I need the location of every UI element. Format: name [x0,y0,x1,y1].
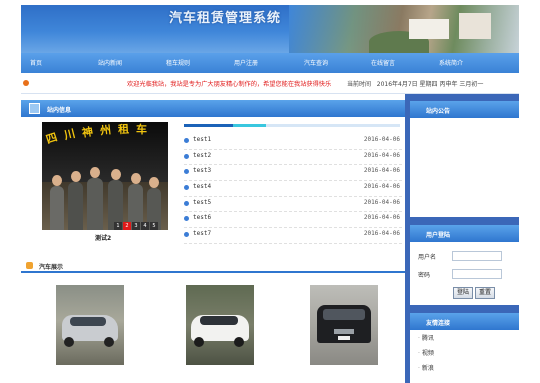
nav-home[interactable]: 首页 [30,58,42,67]
pager-3[interactable]: 3 [132,222,140,230]
news-item[interactable]: test4 2016-04-06 [184,181,402,197]
notice-icon [23,80,29,86]
pager-5[interactable]: 5 [150,222,158,230]
current-time: 当前时间 2016年4月7日 星期四 丙申年 三月初一 [347,81,484,88]
banner-photo [289,5,519,53]
news-title[interactable]: test6 [193,214,211,221]
news-item[interactable]: test2 2016-04-06 [184,150,402,166]
bullet-icon [184,169,189,175]
link-sina[interactable]: 新浪 [418,363,434,372]
pager-1[interactable]: 1 [114,222,122,230]
bullet-icon [184,232,189,238]
news-item[interactable]: test3 2016-04-06 [184,165,402,182]
bullet-icon [184,138,189,143]
main-nav: 首页 站内新闻 租车规则 用户注册 汽车查询 在线留言 系统简介 [21,53,519,73]
news-title[interactable]: test3 [193,167,211,174]
slideshow-pager: 12345 [114,222,159,230]
car-photo[interactable] [186,285,254,365]
news-date: 2016-04-06 [363,230,400,238]
news-date: 2016-04-06 [363,136,400,143]
links-header: 友情连接 [410,313,519,330]
news-progress-bar [184,124,400,127]
car-icon [26,262,33,269]
link-tencent[interactable]: 腾讯 [418,333,434,342]
nav-register[interactable]: 用户注册 [234,58,258,67]
login-header: 用户登陆 [410,225,519,242]
news-title[interactable]: test5 [193,199,211,206]
news-item[interactable]: test5 2016-04-06 [184,197,402,213]
page-frame: 汽车租赁管理系统 首页 站内新闻 租车规则 用户注册 汽车查询 在线留言 系统简… [0,0,540,383]
news-date: 2016-04-06 [363,198,400,206]
news-title[interactable]: test2 [193,152,211,159]
announcement-header: 站内公告 [410,101,519,118]
bullet-icon [184,153,189,159]
header-banner: 汽车租赁管理系统 [21,5,519,53]
nav-guestbook[interactable]: 在线留言 [371,58,395,67]
username-input[interactable] [452,251,502,261]
news-section-header: 站内信息 [21,100,405,117]
nav-news[interactable]: 站内新闻 [98,58,122,67]
car-photo[interactable] [310,285,378,365]
cars-section-header: 汽车展示 [21,259,405,273]
nav-about[interactable]: 系统简介 [439,58,463,67]
news-date: 2016-04-06 [363,151,400,159]
cars-section-title: 汽车展示 [39,264,64,271]
password-label: 密码 [418,272,431,279]
announcement-panel: 站内公告 [410,101,519,217]
news-item[interactable]: test1 2016-04-06 [184,134,402,150]
news-date: 2016-04-06 [363,214,400,222]
login-title: 用户登陆 [426,232,451,239]
bullet-icon [184,216,189,222]
bullet-icon [184,200,189,206]
news-date: 2016-04-06 [363,167,400,175]
links-title: 友情连接 [426,320,451,327]
announcement-title: 站内公告 [426,108,451,115]
left-margin [0,0,20,383]
marquee-message: 欢迎光临我站，我站是专为广大朋友精心制作的，希望您能在我站获得快乐 [127,81,332,88]
username-label: 用户名 [418,254,437,261]
monitor-icon [29,103,40,114]
nav-rules[interactable]: 租车规则 [166,58,190,67]
news-list: test1 2016-04-06 test2 2016-04-06 test3 2016-… [184,134,402,244]
news-title[interactable]: test4 [193,183,211,190]
news-section-title: 站内信息 [47,107,72,114]
news-item[interactable]: test7 2016-04-06 [184,228,402,244]
slide-caption: 测试2 [95,235,112,242]
links-panel: 友情连接 腾讯 视频 新浪 [410,313,519,383]
bullet-icon [184,185,189,191]
car-photo[interactable] [56,285,124,365]
pager-2[interactable]: 2 [123,222,131,230]
nav-car-search[interactable]: 汽车查询 [304,58,328,67]
notice-bar: 欢迎光临我站，我站是专为广大朋友精心制作的，希望您能在我站获得快乐 当前时间 2… [21,73,519,94]
site-title: 汽车租赁管理系统 [169,11,282,26]
news-item[interactable]: test6 2016-04-06 [184,212,402,229]
pager-4[interactable]: 4 [141,222,149,230]
news-title[interactable]: test1 [193,136,211,143]
link-video[interactable]: 视频 [418,348,434,357]
login-button[interactable]: 登陆 [453,287,474,299]
news-date: 2016-04-06 [363,183,400,191]
reset-button[interactable]: 重置 [475,287,496,299]
slideshow-image[interactable]: 四 川 神 州 租 车 [42,122,168,230]
news-title[interactable]: test7 [193,230,211,237]
password-input[interactable] [452,269,502,279]
